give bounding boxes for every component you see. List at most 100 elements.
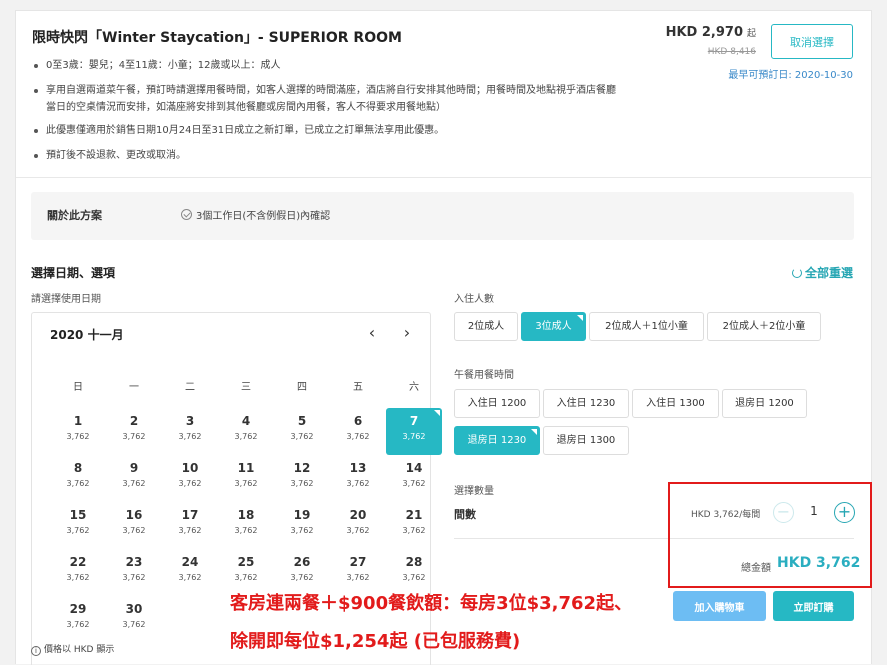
about-value: 3個工作日(不含例假日)內確認 — [181, 207, 330, 222]
day-price: 3,762 — [122, 432, 146, 441]
lunch-label: 午餐用餐時間 — [454, 370, 514, 381]
day-number: 13 — [349, 461, 367, 475]
day-price: 3,762 — [346, 573, 370, 582]
day-price: 3,762 — [66, 432, 90, 441]
earliest-date: 最早可預訂日: 2020-10-30 — [728, 70, 853, 81]
calendar-day[interactable]: 3 3,762 — [162, 408, 218, 455]
add-to-cart-button[interactable]: 加入購物車 — [673, 591, 766, 621]
day-price: 3,762 — [66, 479, 90, 488]
day-number: 29 — [69, 602, 87, 616]
guests-option-selected[interactable]: 3位成人 — [521, 312, 586, 341]
calendar-day[interactable]: 24 3,762 — [162, 549, 218, 596]
weekday-label: 四 — [297, 382, 307, 393]
day-price: 3,762 — [122, 620, 146, 629]
day-number: 9 — [129, 461, 139, 475]
calendar-day[interactable]: 2 3,762 — [106, 408, 162, 455]
calendar-day[interactable]: 18 3,762 — [218, 502, 274, 549]
currency-note: i 價格以 HKD 顯示 — [31, 642, 114, 656]
day-price: 3,762 — [178, 526, 202, 535]
calendar-day[interactable]: 1 3,762 — [50, 408, 106, 455]
reset-all-button[interactable]: 全部重選 — [791, 264, 853, 281]
price-suffix: 起 — [746, 29, 756, 39]
weekday-label: 日 — [73, 382, 83, 393]
lunch-option-selected[interactable]: 退房日 1230 — [454, 426, 540, 455]
price: HKD 2,970 起 — [666, 25, 756, 40]
lunch-option[interactable]: 退房日 1200 — [722, 389, 807, 418]
day-price: 3,762 — [122, 526, 146, 535]
day-number: 7 — [409, 414, 419, 428]
bullet-dot — [34, 64, 38, 68]
guests-label: 入住人數 — [454, 294, 494, 305]
calendar-day[interactable]: 13 3,762 — [330, 455, 386, 502]
confirm-text: 3個工作日(不含例假日)內確認 — [196, 211, 331, 222]
weekday-label: 三 — [241, 382, 251, 393]
calendar-day[interactable]: 23 3,762 — [106, 549, 162, 596]
bullet-dot — [34, 89, 38, 93]
day-price: 3,762 — [290, 526, 314, 535]
cancel-selection-button[interactable]: 取消選擇 — [771, 24, 853, 59]
calendar-day[interactable]: 8 3,762 — [50, 455, 106, 502]
calendar-day[interactable]: 16 3,762 — [106, 502, 162, 549]
about-plan-box: 關於此方案 3個工作日(不含例假日)內確認 — [31, 192, 854, 240]
prev-month-icon[interactable]: ‹ — [365, 325, 379, 341]
lunch-option[interactable]: 退房日 1300 — [543, 426, 629, 455]
reset-icon — [791, 268, 802, 278]
product-card: 限時快閃「Winter Staycation」- SUPERIOR ROOM 0… — [15, 10, 872, 665]
bullet-text: 預訂後不設退款、更改或取消。 — [46, 150, 186, 161]
lunch-option[interactable]: 入住日 1300 — [632, 389, 719, 418]
day-price: 3,762 — [346, 432, 370, 441]
day-price: 3,762 — [122, 573, 146, 582]
day-number: 20 — [349, 508, 367, 522]
bullet-text: 此優惠僅適用於銷售日期10月24日至31日成立之新訂單，已成立之訂單無法享用此優… — [46, 125, 445, 136]
calendar-day[interactable]: 14 3,762 — [386, 455, 442, 502]
day-number: 2 — [129, 414, 139, 428]
day-number: 11 — [237, 461, 255, 475]
offer-title: 限時快閃「Winter Staycation」- SUPERIOR ROOM — [32, 30, 402, 46]
calendar-day[interactable]: 20 3,762 — [330, 502, 386, 549]
day-number: 8 — [73, 461, 83, 475]
day-number: 30 — [125, 602, 143, 616]
day-price: 3,762 — [66, 526, 90, 535]
calendar-day[interactable]: 6 3,762 — [330, 408, 386, 455]
calendar-day[interactable]: 15 3,762 — [50, 502, 106, 549]
day-number: 26 — [293, 555, 311, 569]
day-price: 3,762 — [178, 479, 202, 488]
day-price: 3,762 — [346, 526, 370, 535]
section-title: 選擇日期、選項 — [31, 266, 116, 280]
bullet-text: 享用自選兩道菜午餐，預訂時請選擇用餐時間，如客人選擇的時間滿座，酒店將自行安排其… — [46, 85, 616, 96]
price-value: HKD 2,970 — [665, 25, 743, 40]
calendar-day[interactable]: 12 3,762 — [274, 455, 330, 502]
calendar-month: 2020 十一月 — [50, 328, 124, 342]
calendar-day[interactable]: 9 3,762 — [106, 455, 162, 502]
calendar-day[interactable]: 29 3,762 — [50, 596, 106, 643]
lunch-option[interactable]: 入住日 1200 — [454, 389, 540, 418]
calendar-day-selected[interactable]: 7 3,762 — [386, 408, 442, 455]
offer-bullet: 0至3歲：嬰兒；4至11歲：小童；12歲或以上：成人 — [34, 57, 281, 74]
calendar-day[interactable]: 21 3,762 — [386, 502, 442, 549]
next-month-icon[interactable]: › — [400, 325, 414, 341]
calendar-day[interactable]: 17 3,762 — [162, 502, 218, 549]
promo-line-1: 客房連兩餐＋$900餐飲額：每房3位$3,762起、 — [230, 593, 633, 614]
guests-option[interactable]: 2位成人＋1位小童 — [589, 312, 704, 341]
day-price: 3,762 — [234, 432, 258, 441]
guests-option[interactable]: 2位成人＋2位小童 — [707, 312, 821, 341]
calendar-day[interactable]: 4 3,762 — [218, 408, 274, 455]
day-number: 4 — [241, 414, 251, 428]
divider — [16, 177, 871, 178]
calendar-day[interactable]: 10 3,762 — [162, 455, 218, 502]
book-now-button[interactable]: 立即訂購 — [773, 591, 854, 621]
calendar-day[interactable]: 22 3,762 — [50, 549, 106, 596]
bullet-dot — [34, 154, 38, 158]
calendar-day[interactable]: 19 3,762 — [274, 502, 330, 549]
lunch-option[interactable]: 入住日 1230 — [543, 389, 629, 418]
day-price: 3,762 — [178, 432, 202, 441]
guests-option[interactable]: 2位成人 — [454, 312, 518, 341]
rooms-label: 間數 — [454, 508, 476, 521]
calendar-day[interactable]: 30 3,762 — [106, 596, 162, 643]
day-number: 15 — [69, 508, 87, 522]
bullet-dot — [34, 129, 38, 133]
day-price: 3,762 — [234, 573, 258, 582]
calendar-day[interactable]: 5 3,762 — [274, 408, 330, 455]
day-price: 3,762 — [290, 573, 314, 582]
calendar-day[interactable]: 11 3,762 — [218, 455, 274, 502]
